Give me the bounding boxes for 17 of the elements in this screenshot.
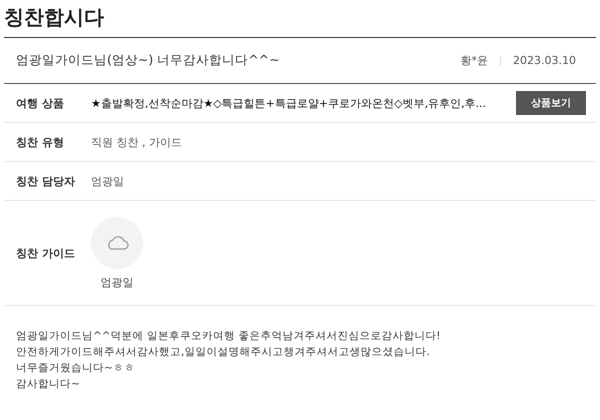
page-title: 칭찬합시다 [4,0,596,38]
post-title: 엄광일가이드님(엄상~) 너무감사합니다^^~ [16,52,281,69]
guide-name: 엄광일 [100,274,134,290]
review-text: 너무즐거웠습니다~ㅎㅎ [16,361,136,376]
author-name: 황*윤 [460,53,488,68]
field-value: 직원 칭찬 , 가이드 [91,134,183,150]
view-product-button[interactable]: 상품보기 [516,91,586,115]
review-text: 감사합니다~ [16,377,81,392]
review-text: 안전하게가이드해주셔서감사했고,일일이설명해주시고챙겨주셔서고생많으셨습니다. [16,345,431,360]
product-name: ★출발확정,선착순마감★◇특급힐튼+특급로얄+쿠로가와온천◇벳부,유후인,후... [91,96,488,110]
field-label: 여행 상품 [16,96,65,110]
field-value: 엄광일 [91,174,125,188]
field-label: 칭찬 가이드 [16,246,76,260]
field-label: 칭찬 담당자 [16,174,76,188]
review-text: 엄광일가이드님^^덕분에 일본후쿠오카여행 좋은추억남겨주셔서진심으로감사합니다! [16,329,442,344]
field-label: 칭찬 유형 [16,134,65,150]
post-date: 2023.03.10 [513,54,576,67]
